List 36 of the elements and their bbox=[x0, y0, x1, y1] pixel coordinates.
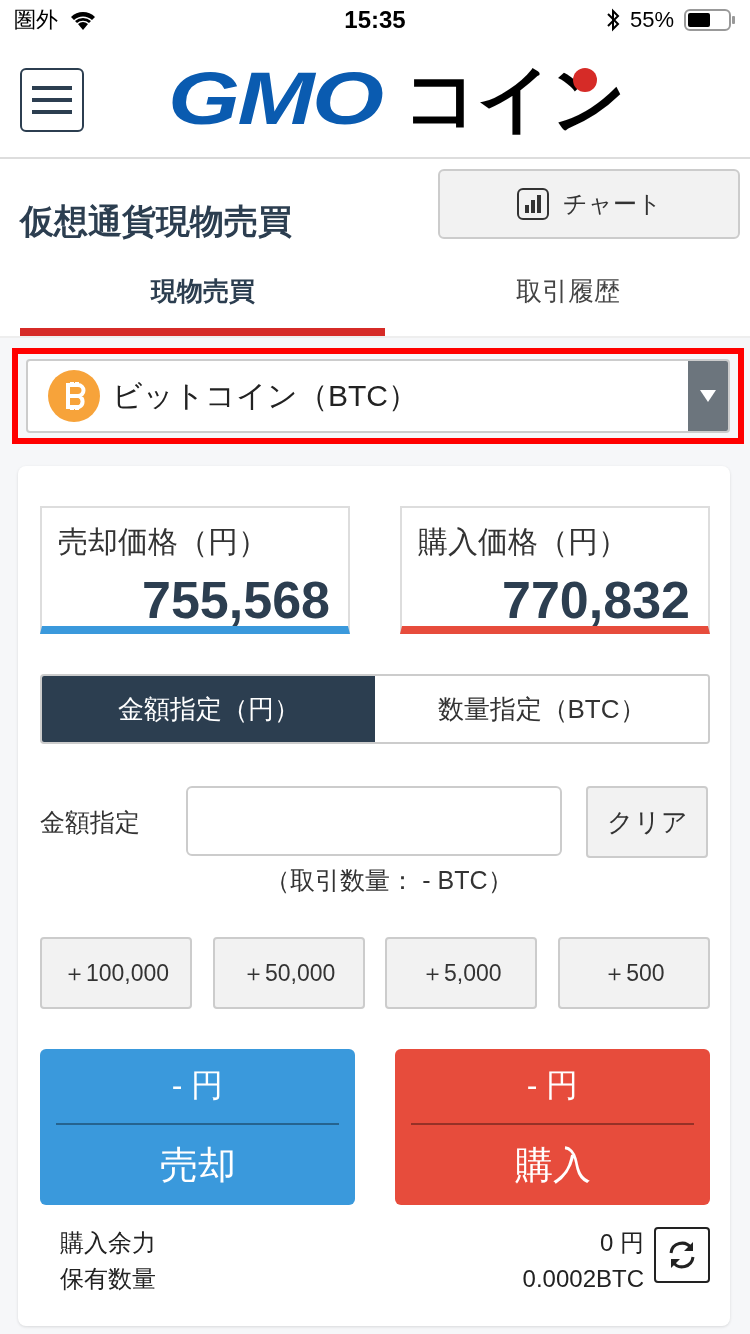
logo: GMO コイン bbox=[168, 61, 625, 136]
clock: 15:35 bbox=[344, 6, 406, 34]
battery-percent: 55% bbox=[629, 7, 674, 33]
currency-select[interactable]: ビットコイン（BTC） bbox=[26, 359, 730, 433]
balance-value: 0.0002BTC bbox=[522, 1264, 644, 1294]
tab[interactable]: 取引履歴 bbox=[385, 256, 750, 336]
balance-label: 購入余力 bbox=[60, 1228, 157, 1258]
amount-label: 金額指定 bbox=[40, 807, 141, 838]
refresh-button[interactable] bbox=[654, 1227, 710, 1283]
price-label: 購入価格（円） bbox=[418, 524, 628, 560]
buy-button[interactable]: - 円 購入 bbox=[395, 1049, 710, 1205]
currency-name: ビットコイン（BTC） bbox=[112, 377, 418, 414]
preset-button[interactable]: ＋5,000 bbox=[385, 937, 538, 1009]
menu-button[interactable] bbox=[20, 68, 84, 132]
price-value: 755,568 bbox=[142, 570, 330, 630]
bar-chart-icon bbox=[516, 188, 549, 220]
amount-field[interactable] bbox=[186, 786, 562, 856]
battery-icon bbox=[684, 8, 736, 32]
carrier-label: 圏外 bbox=[14, 6, 58, 34]
quantity-note: （取引数量： - BTC） bbox=[264, 865, 514, 896]
price-label: 売却価格（円） bbox=[58, 524, 268, 560]
page-title: 仮想通貨現物売買 bbox=[20, 201, 292, 242]
clear-button[interactable]: クリア bbox=[586, 786, 708, 858]
preset-button[interactable]: ＋100,000 bbox=[40, 937, 192, 1009]
tab[interactable]: 現物売買 bbox=[20, 256, 385, 336]
menu-icon bbox=[32, 85, 72, 115]
preset-button[interactable]: ＋500 bbox=[557, 937, 710, 1009]
balance-value: 0 円 bbox=[599, 1228, 644, 1258]
bitcoin-icon bbox=[48, 370, 100, 422]
balance-label: 保有数量 bbox=[60, 1264, 157, 1294]
caret-icon bbox=[700, 390, 716, 402]
bluetooth-icon bbox=[605, 8, 620, 32]
preset-button[interactable]: ＋50,000 bbox=[212, 937, 365, 1009]
price-value: 770,832 bbox=[502, 570, 690, 630]
chart-button[interactable]: チャート bbox=[438, 169, 740, 239]
mode-toggle[interactable]: 金額指定（円） bbox=[42, 676, 375, 742]
